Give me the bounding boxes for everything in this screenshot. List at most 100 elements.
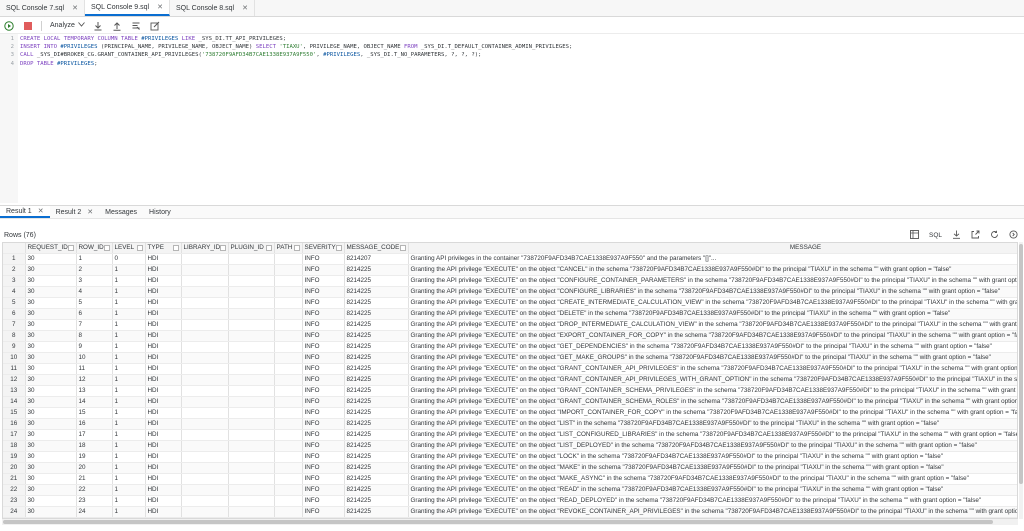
table-row[interactable]: 22 30 22 1 HDI INFO 8214225 Granting the API pr… (3, 484, 1017, 497)
table-cell[interactable]: 8214225 (344, 352, 409, 365)
table-cell[interactable] (228, 451, 275, 464)
table-cell[interactable]: 8214225 (344, 297, 409, 310)
table-cell[interactable] (181, 396, 229, 409)
table-cell[interactable] (274, 396, 303, 409)
table-cell[interactable]: 1 (112, 418, 146, 431)
tab-result-2[interactable]: Result 2 ✕ (50, 206, 100, 218)
table-cell[interactable]: HDI (145, 396, 182, 409)
row-number-cell[interactable]: 23 (3, 495, 26, 508)
table-cell[interactable] (274, 341, 303, 354)
table-cell[interactable] (181, 308, 229, 321)
table-cell[interactable]: 8214225 (344, 308, 409, 321)
table-cell[interactable]: 18 (76, 440, 113, 453)
table-cell[interactable]: 2 (76, 264, 113, 277)
table-cell[interactable]: Granting the API privilege "EXECUTE" on … (408, 385, 1017, 398)
table-cell[interactable]: Granting the API privilege "EXECUTE" on … (408, 495, 1017, 508)
table-cell[interactable] (228, 418, 275, 431)
table-cell[interactable]: 30 (25, 286, 77, 299)
table-cell[interactable] (181, 341, 229, 354)
table-cell[interactable]: 20 (76, 462, 113, 475)
table-cell[interactable] (274, 418, 303, 431)
settings-icon[interactable] (1009, 229, 1018, 241)
table-row[interactable]: 16 30 16 1 HDI INFO 8214225 Granting the API pr… (3, 418, 1017, 431)
table-cell[interactable]: Granting the API privilege "EXECUTE" on … (408, 473, 1017, 486)
table-cell[interactable] (274, 308, 303, 321)
table-cell[interactable]: 1 (112, 297, 146, 310)
filter-icon[interactable] (265, 245, 272, 251)
download-icon[interactable] (93, 20, 104, 31)
table-cell[interactable]: 1 (112, 440, 146, 453)
table-cell[interactable] (228, 308, 275, 321)
row-number-cell[interactable]: 10 (3, 352, 26, 365)
table-cell[interactable]: 8214225 (344, 451, 409, 464)
table-cell[interactable] (181, 462, 229, 475)
table-cell[interactable]: Granting the API privilege "EXECUTE" on … (408, 484, 1017, 497)
table-row[interactable]: 24 30 24 1 HDI INFO 8214225 Granting the API pr… (3, 506, 1017, 518)
table-cell[interactable]: 1 (112, 363, 146, 376)
table-cell[interactable]: 8214225 (344, 495, 409, 508)
table-cell[interactable] (181, 484, 229, 497)
table-row[interactable]: 8 30 8 1 HDI INFO 8214225 Granting the API priv… (3, 330, 1017, 343)
table-cell[interactable] (274, 264, 303, 277)
table-cell[interactable]: 12 (76, 374, 113, 387)
table-cell[interactable]: 8214225 (344, 506, 409, 518)
column-header[interactable]: LEVEL (112, 243, 146, 255)
table-cell[interactable] (228, 462, 275, 475)
filter-icon[interactable] (67, 245, 74, 251)
table-cell[interactable]: 30 (25, 495, 77, 508)
table-cell[interactable]: Granting the API privilege "EXECUTE" on … (408, 297, 1017, 310)
table-cell[interactable] (181, 506, 229, 518)
table-row[interactable]: 10 30 10 1 HDI INFO 8214225 Granting the API pr… (3, 352, 1017, 365)
table-cell[interactable]: INFO (302, 352, 345, 365)
column-header[interactable]: ROW_ID (76, 243, 113, 255)
table-cell[interactable]: 8214207 (344, 253, 409, 266)
table-cell[interactable] (228, 286, 275, 299)
table-cell[interactable] (228, 330, 275, 343)
scrollbar-thumb[interactable] (1019, 244, 1023, 484)
table-cell[interactable]: Granting the API privilege "EXECUTE" on … (408, 374, 1017, 387)
table-row[interactable]: 20 30 20 1 HDI INFO 8214225 Granting the API pr… (3, 462, 1017, 475)
tab-sql-console-7[interactable]: SQL Console 7.sql ✕ (0, 0, 85, 16)
edit-icon[interactable] (150, 20, 161, 31)
table-cell[interactable] (181, 330, 229, 343)
filter-icon[interactable] (399, 245, 406, 251)
close-icon[interactable]: ✕ (38, 207, 44, 215)
table-cell[interactable]: 23 (76, 495, 113, 508)
table-cell[interactable] (181, 451, 229, 464)
table-cell[interactable]: Granting the API privilege "EXECUTE" on … (408, 264, 1017, 277)
column-header[interactable]: MESSAGE_CODE (344, 243, 409, 255)
table-cell[interactable]: 30 (25, 418, 77, 431)
table-cell[interactable]: HDI (145, 286, 182, 299)
table-cell[interactable] (228, 341, 275, 354)
table-cell[interactable]: INFO (302, 418, 345, 431)
table-cell[interactable] (228, 264, 275, 277)
table-cell[interactable] (181, 418, 229, 431)
filter-icon[interactable] (219, 245, 226, 251)
table-cell[interactable]: HDI (145, 352, 182, 365)
row-number-cell[interactable]: 13 (3, 385, 26, 398)
close-icon[interactable]: ✕ (157, 3, 163, 11)
filter-icon[interactable] (103, 245, 110, 251)
table-cell[interactable]: Granting the API privilege "EXECUTE" on … (408, 407, 1017, 420)
table-row[interactable]: 6 30 6 1 HDI INFO 8214225 Granting the API priv… (3, 308, 1017, 321)
row-number-cell[interactable]: 21 (3, 473, 26, 486)
table-cell[interactable]: 8214225 (344, 429, 409, 442)
table-cell[interactable]: Granting the API privilege "EXECUTE" on … (408, 319, 1017, 332)
table-cell[interactable] (181, 286, 229, 299)
horizontal-scrollbar[interactable] (2, 519, 1018, 525)
table-cell[interactable] (181, 352, 229, 365)
table-cell[interactable] (228, 275, 275, 288)
table-cell[interactable]: 1 (112, 275, 146, 288)
table-cell[interactable] (274, 451, 303, 464)
table-cell[interactable] (228, 484, 275, 497)
table-cell[interactable]: INFO (302, 330, 345, 343)
table-cell[interactable]: HDI (145, 253, 182, 266)
row-number-cell[interactable]: 1 (3, 253, 26, 266)
table-cell[interactable]: 8 (76, 330, 113, 343)
table-cell[interactable]: 8214225 (344, 319, 409, 332)
table-cell[interactable]: 8214225 (344, 440, 409, 453)
column-header[interactable]: TYPE (145, 243, 182, 255)
table-cell[interactable]: INFO (302, 385, 345, 398)
table-cell[interactable]: 1 (112, 396, 146, 409)
table-cell[interactable] (274, 407, 303, 420)
